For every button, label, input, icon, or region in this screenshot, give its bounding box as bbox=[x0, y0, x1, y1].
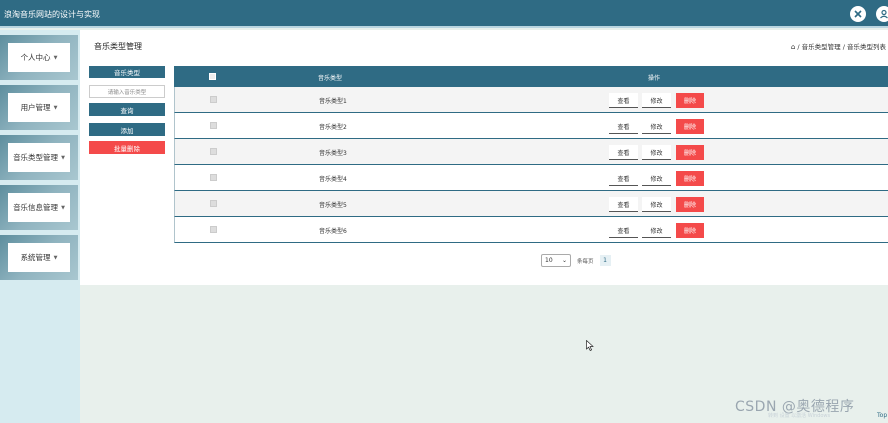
row-name: 音乐类型3 bbox=[319, 150, 347, 157]
add-button[interactable]: 添加 bbox=[89, 123, 165, 136]
sidebar-item-user-management[interactable]: 用户管理 ▼ bbox=[0, 85, 78, 130]
mouse-cursor-icon bbox=[586, 340, 594, 351]
view-button[interactable]: 查看 bbox=[609, 145, 638, 160]
sidebar-item-system-management[interactable]: 系统管理 ▼ bbox=[0, 235, 78, 280]
view-button[interactable]: 查看 bbox=[609, 119, 638, 134]
view-button[interactable]: 查看 bbox=[609, 93, 638, 108]
breadcrumb: ⌂ / 音乐类型管理 / 音乐类型列表 bbox=[791, 41, 886, 51]
main-content: 音乐类型管理 ⌂ / 音乐类型管理 / 音乐类型列表 音乐类型 请输入音乐类型 … bbox=[80, 30, 888, 285]
filter-label: 音乐类型 bbox=[89, 66, 165, 78]
page-title: 音乐类型管理 bbox=[94, 42, 142, 51]
back-to-top-link[interactable]: Top bbox=[877, 412, 887, 419]
select-all-checkbox[interactable] bbox=[209, 73, 216, 80]
activation-notice: 转到 设置 以激活 Windows bbox=[768, 413, 831, 419]
delete-button[interactable]: 删除 bbox=[676, 93, 704, 108]
view-button[interactable]: 查看 bbox=[609, 223, 638, 238]
view-button[interactable]: 查看 bbox=[609, 197, 638, 212]
delete-button[interactable]: 删除 bbox=[676, 197, 704, 212]
home-icon[interactable]: ⌂ bbox=[791, 43, 795, 51]
row-name: 音乐类型5 bbox=[319, 202, 347, 209]
column-header-actions: 操作 bbox=[648, 75, 661, 82]
row-checkbox[interactable] bbox=[210, 122, 217, 129]
sidebar-item-personal-center[interactable]: 个人中心 ▼ bbox=[0, 35, 78, 80]
table-row: 音乐类型5 查看 修改 删除 bbox=[174, 191, 888, 217]
row-checkbox[interactable] bbox=[210, 226, 217, 233]
row-name: 音乐类型4 bbox=[319, 176, 347, 183]
edit-button[interactable]: 修改 bbox=[642, 93, 671, 108]
table-row: 音乐类型6 查看 修改 删除 bbox=[174, 217, 888, 243]
pagination: 10 ⌄ 条每页 1 bbox=[541, 254, 611, 267]
table-row: 音乐类型3 查看 修改 删除 bbox=[174, 139, 888, 165]
delete-button[interactable]: 删除 bbox=[676, 223, 704, 238]
row-name: 音乐类型6 bbox=[319, 228, 347, 235]
page-size-select[interactable]: 10 ⌄ bbox=[541, 254, 571, 267]
row-checkbox[interactable] bbox=[210, 148, 217, 155]
table-header: 音乐类型 操作 bbox=[174, 66, 888, 87]
sidebar-item-label: 用户管理 bbox=[20, 103, 51, 112]
breadcrumb-path: / 音乐类型管理 / 音乐类型列表 bbox=[797, 43, 886, 51]
sidebar-item-label: 个人中心 bbox=[20, 53, 51, 62]
page-size-value: 10 bbox=[545, 257, 553, 264]
top-bar: 浪淘音乐网站的设计与实现 bbox=[0, 0, 888, 28]
row-name: 音乐类型2 bbox=[319, 124, 347, 131]
query-button[interactable]: 查询 bbox=[89, 103, 165, 116]
edit-button[interactable]: 修改 bbox=[642, 223, 671, 238]
row-checkbox[interactable] bbox=[210, 174, 217, 181]
table-row: 音乐类型1 查看 修改 删除 bbox=[174, 87, 888, 113]
search-input[interactable]: 请输入音乐类型 bbox=[89, 85, 165, 98]
sidebar-item-label: 音乐类型管理 bbox=[13, 153, 59, 162]
data-table: 音乐类型 操作 音乐类型1 查看 修改 删除 音乐类型2 查看 修改 删除 音乐… bbox=[174, 66, 888, 243]
row-checkbox[interactable] bbox=[210, 96, 217, 103]
chevron-down-icon: ▼ bbox=[61, 154, 65, 161]
edit-button[interactable]: 修改 bbox=[642, 197, 671, 212]
sidebar: 个人中心 ▼ 用户管理 ▼ 音乐类型管理 ▼ 音乐信息管理 ▼ 系统管理 ▼ bbox=[0, 30, 80, 423]
delete-button[interactable]: 删除 bbox=[676, 119, 704, 134]
edit-button[interactable]: 修改 bbox=[642, 145, 671, 160]
switch-icon[interactable] bbox=[850, 6, 866, 22]
chevron-down-icon: ▼ bbox=[53, 104, 58, 111]
chevron-down-icon: ⌄ bbox=[561, 257, 567, 264]
sidebar-item-label: 系统管理 bbox=[20, 253, 51, 262]
edit-button[interactable]: 修改 bbox=[642, 119, 671, 134]
delete-button[interactable]: 删除 bbox=[676, 145, 704, 160]
per-page-label: 条每页 bbox=[577, 258, 594, 265]
row-checkbox[interactable] bbox=[210, 200, 217, 207]
chevron-down-icon: ▼ bbox=[53, 54, 58, 61]
table-row: 音乐类型2 查看 修改 删除 bbox=[174, 113, 888, 139]
chevron-down-icon: ▼ bbox=[61, 204, 65, 211]
delete-button[interactable]: 删除 bbox=[676, 171, 704, 186]
bulk-delete-button[interactable]: 批量删除 bbox=[89, 141, 165, 154]
edit-button[interactable]: 修改 bbox=[642, 171, 671, 186]
row-name: 音乐类型1 bbox=[319, 98, 347, 105]
chevron-down-icon: ▼ bbox=[53, 254, 58, 261]
sidebar-item-music-info-management[interactable]: 音乐信息管理 ▼ bbox=[0, 185, 78, 230]
user-icon[interactable] bbox=[876, 6, 888, 22]
table-row: 音乐类型4 查看 修改 删除 bbox=[174, 165, 888, 191]
column-header-name: 音乐类型 bbox=[318, 75, 343, 82]
view-button[interactable]: 查看 bbox=[609, 171, 638, 186]
app-title: 浪淘音乐网站的设计与实现 bbox=[4, 10, 100, 19]
sidebar-item-label: 音乐信息管理 bbox=[13, 203, 59, 212]
page-number-current[interactable]: 1 bbox=[599, 255, 611, 266]
sidebar-item-music-type-management[interactable]: 音乐类型管理 ▼ bbox=[0, 135, 78, 180]
